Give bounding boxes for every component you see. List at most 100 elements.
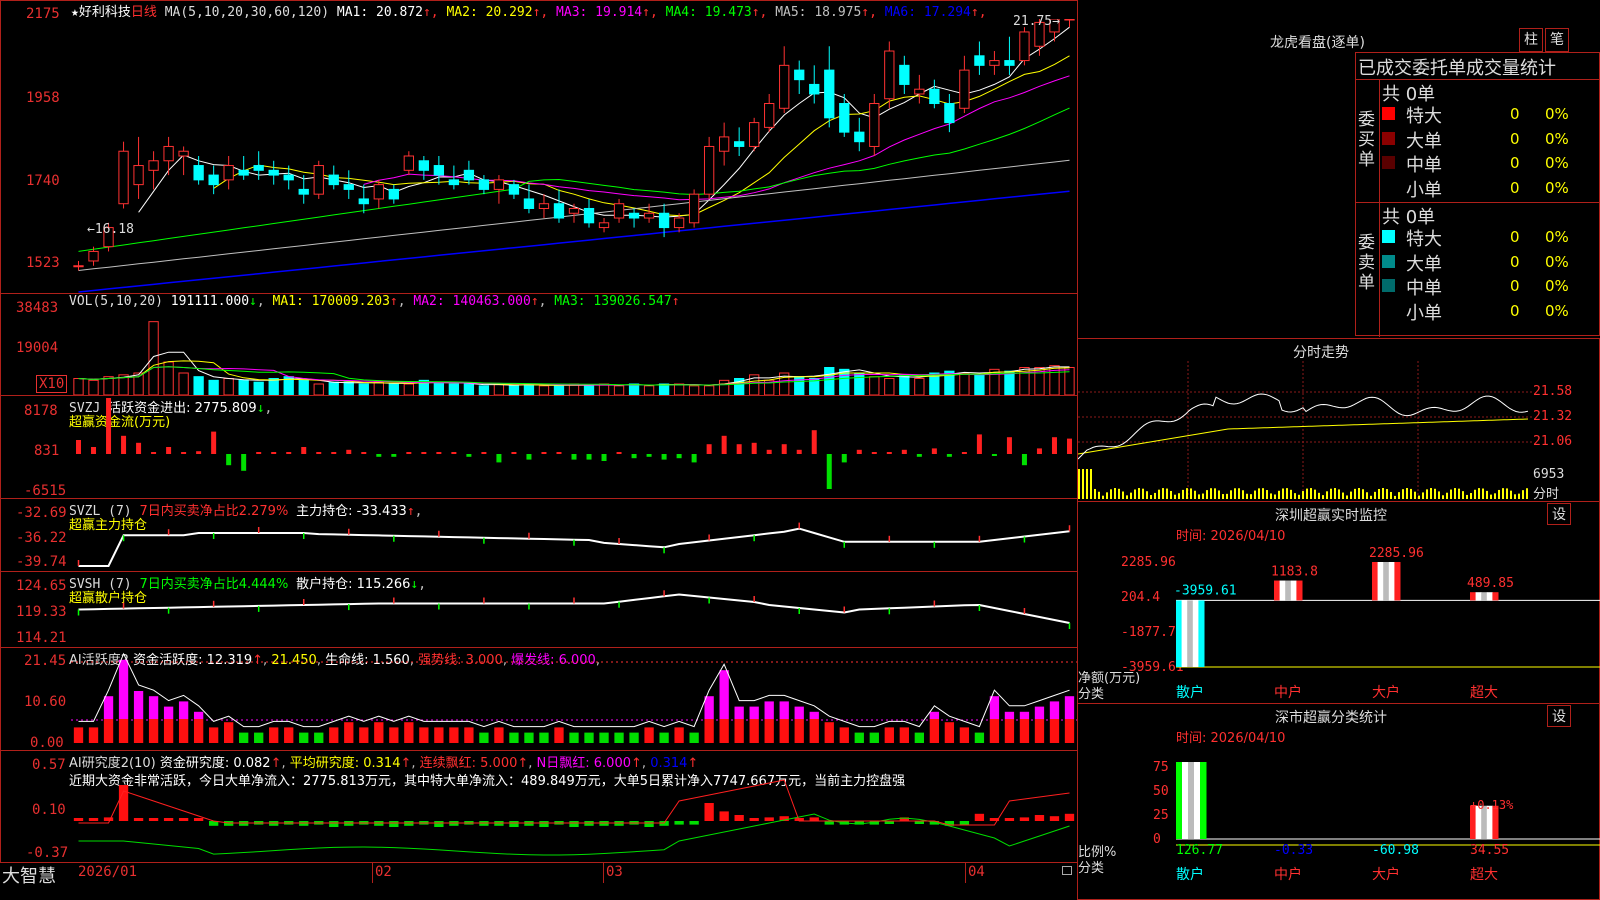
- order-row-pct: 0%: [1545, 252, 1569, 271]
- period-label[interactable]: 日线: [131, 5, 157, 20]
- intraday-vol-bar: [1498, 489, 1500, 499]
- intraday-vol-bar: [1118, 488, 1120, 499]
- volume-bar: [824, 367, 835, 395]
- research-bar: [1064, 813, 1075, 821]
- sell-orders-label: 委卖单: [1358, 233, 1375, 293]
- main-chart-pane[interactable]: ★好利科技日线 MA(5,10,20,30,60,120) MA1: 20.87…: [0, 0, 1078, 294]
- intraday-vol-bar: [1318, 492, 1320, 499]
- volume-pane[interactable]: VOL(5,10,20) 191111.000↓, MA1: 170009.20…: [0, 293, 1078, 396]
- high-price-label: 21.75→: [1013, 14, 1060, 29]
- research-bar: [193, 818, 204, 821]
- volume-chart[interactable]: [71, 312, 1077, 395]
- candle-body: [523, 198, 535, 209]
- svsh-pane[interactable]: SVSH (7) 7日内买卖净占比4.444% 散户持仓: 115.266↓, …: [0, 571, 1078, 648]
- research-bar: [569, 821, 579, 827]
- activity-bar-base: [1034, 719, 1045, 743]
- column-view-tab[interactable]: 柱: [1519, 28, 1543, 52]
- flow-bar: [106, 398, 112, 454]
- monitor-chart[interactable]: 2285.96204.4-1877.76-3959.61-3959.61散户11…: [1078, 502, 1600, 703]
- volume-bar: [103, 376, 114, 395]
- intraday-vol-bar: [1466, 494, 1468, 499]
- research-bar: [809, 817, 819, 821]
- stats-tick: 25: [1153, 808, 1169, 823]
- candle-body: [388, 188, 399, 200]
- candle-body: [583, 207, 595, 224]
- intraday-vol-bar: [1222, 494, 1224, 499]
- svzl-chart[interactable]: [71, 499, 1077, 571]
- intraday-vol-bar: [1374, 491, 1376, 499]
- bar-stripe: [1296, 580, 1303, 601]
- activity-bar: [208, 727, 219, 743]
- activity-bar: [224, 722, 234, 743]
- ai1-tick-0: 21.45: [24, 653, 67, 669]
- svzj-pane[interactable]: SVZJ 活跃资金进出: 2775.809↓, 超赢资金流(万元): [0, 395, 1078, 499]
- research-bar: [118, 785, 129, 821]
- flow-bar: [571, 454, 577, 460]
- research-bar: [719, 811, 729, 821]
- monitor-pane[interactable]: 深圳超赢实时监控 设 时间: 2026/04/10 2285.96 204.4 -1…: [1077, 501, 1600, 704]
- candle-body: [478, 179, 490, 190]
- intraday-vol-bar: [1294, 493, 1296, 499]
- volume-bar: [598, 383, 610, 395]
- bar-stripe: [1274, 580, 1281, 601]
- research-bar: [959, 821, 970, 825]
- stats-category: 大户: [1372, 866, 1400, 883]
- candlestick-chart[interactable]: [71, 19, 1077, 293]
- activity-bar: [959, 727, 970, 743]
- activity-bar-base: [794, 719, 804, 743]
- intraday-chart[interactable]: [1078, 339, 1600, 501]
- svsh-chart[interactable]: [71, 572, 1077, 647]
- monitor-tick: 204.4: [1121, 590, 1160, 605]
- order-row-pct: 0%: [1545, 154, 1569, 172]
- monitor-bar: [1372, 562, 1401, 601]
- lock-icon[interactable]: [1062, 866, 1072, 875]
- monitor-bar-label: 2285.96: [1369, 546, 1424, 561]
- intraday-vol-bar: [1210, 488, 1212, 499]
- activity-bar-top: [193, 711, 204, 719]
- date-label-1: 02: [375, 864, 392, 880]
- volume-bar: [658, 383, 670, 395]
- intraday-vol-bar: [1174, 494, 1176, 499]
- monitor-tick: 2285.96: [1121, 555, 1176, 570]
- volume-bar: [73, 378, 84, 395]
- ai-activity-chart[interactable]: [71, 648, 1077, 750]
- ai-activity-pane[interactable]: AI活跃度2 资金活跃度: 12.319↑, 21.450, 生命线: 1.56…: [0, 647, 1078, 751]
- monitor-category: 中户: [1274, 684, 1302, 701]
- main-tick-0: 2175: [26, 6, 60, 22]
- ai-research-pane[interactable]: AI研究度2(10) 资金研究度: 0.082↑, 平均研究度: 0.314↑,…: [0, 750, 1078, 863]
- candle-body: [989, 60, 1000, 66]
- ma-arrow-2: ↑,: [532, 5, 549, 20]
- bar-stripe: [1481, 592, 1488, 601]
- svzj-chart[interactable]: [71, 396, 1077, 498]
- candle-body: [749, 122, 760, 147]
- intraday-vol-bar: [1346, 495, 1348, 499]
- candle-body: [238, 169, 249, 176]
- volume-bar: [238, 379, 249, 395]
- intraday-vol-bar: [1254, 490, 1256, 499]
- intraday-pane[interactable]: 分时走势 21.58 21.32 21.06 6953 分时: [1077, 338, 1600, 502]
- order-row-name: 特大: [1406, 229, 1442, 250]
- stats-chart[interactable]: 75 50 25 0 126.77 散户 -0.33 中户 -60.98 大户 34.55 超大 +0.…: [1078, 704, 1600, 899]
- bar-stripe: [1475, 592, 1482, 601]
- volume-bar: [643, 385, 655, 395]
- ai2-tick-2: -0.37: [26, 845, 69, 861]
- research-bar: [163, 818, 174, 821]
- ai-research-chart[interactable]: [71, 751, 1077, 862]
- ma-values: MA1: 20.872↑, MA2: 20.292↑, MA3: 19.914↑…: [337, 5, 987, 20]
- stats-pane[interactable]: 深市超赢分类统计 设 时间: 2026/04/10 75 50 25 0 126.77 散…: [1077, 703, 1600, 900]
- volume-bar: [959, 372, 970, 395]
- intraday-vol-bar: [1382, 488, 1384, 499]
- bar-stripe: [1486, 592, 1493, 601]
- monitor-bar: [1176, 600, 1205, 667]
- app-logo[interactable]: 大智慧: [2, 862, 56, 888]
- activity-bar: [254, 732, 264, 743]
- intraday-vol-bar: [1422, 492, 1424, 499]
- candle-body: [133, 165, 144, 186]
- activity-bar: [584, 732, 594, 743]
- intraday-vol-bar: [1378, 489, 1380, 499]
- volume-bar: [718, 379, 730, 395]
- svzl-pane[interactable]: SVZL (7) 7日内买卖净占比2.279% 主力持仓: -33.433↑, …: [0, 498, 1078, 572]
- flow-bar: [496, 454, 502, 463]
- tick-view-tab[interactable]: 笔: [1545, 28, 1569, 52]
- activity-bar-top: [133, 691, 144, 719]
